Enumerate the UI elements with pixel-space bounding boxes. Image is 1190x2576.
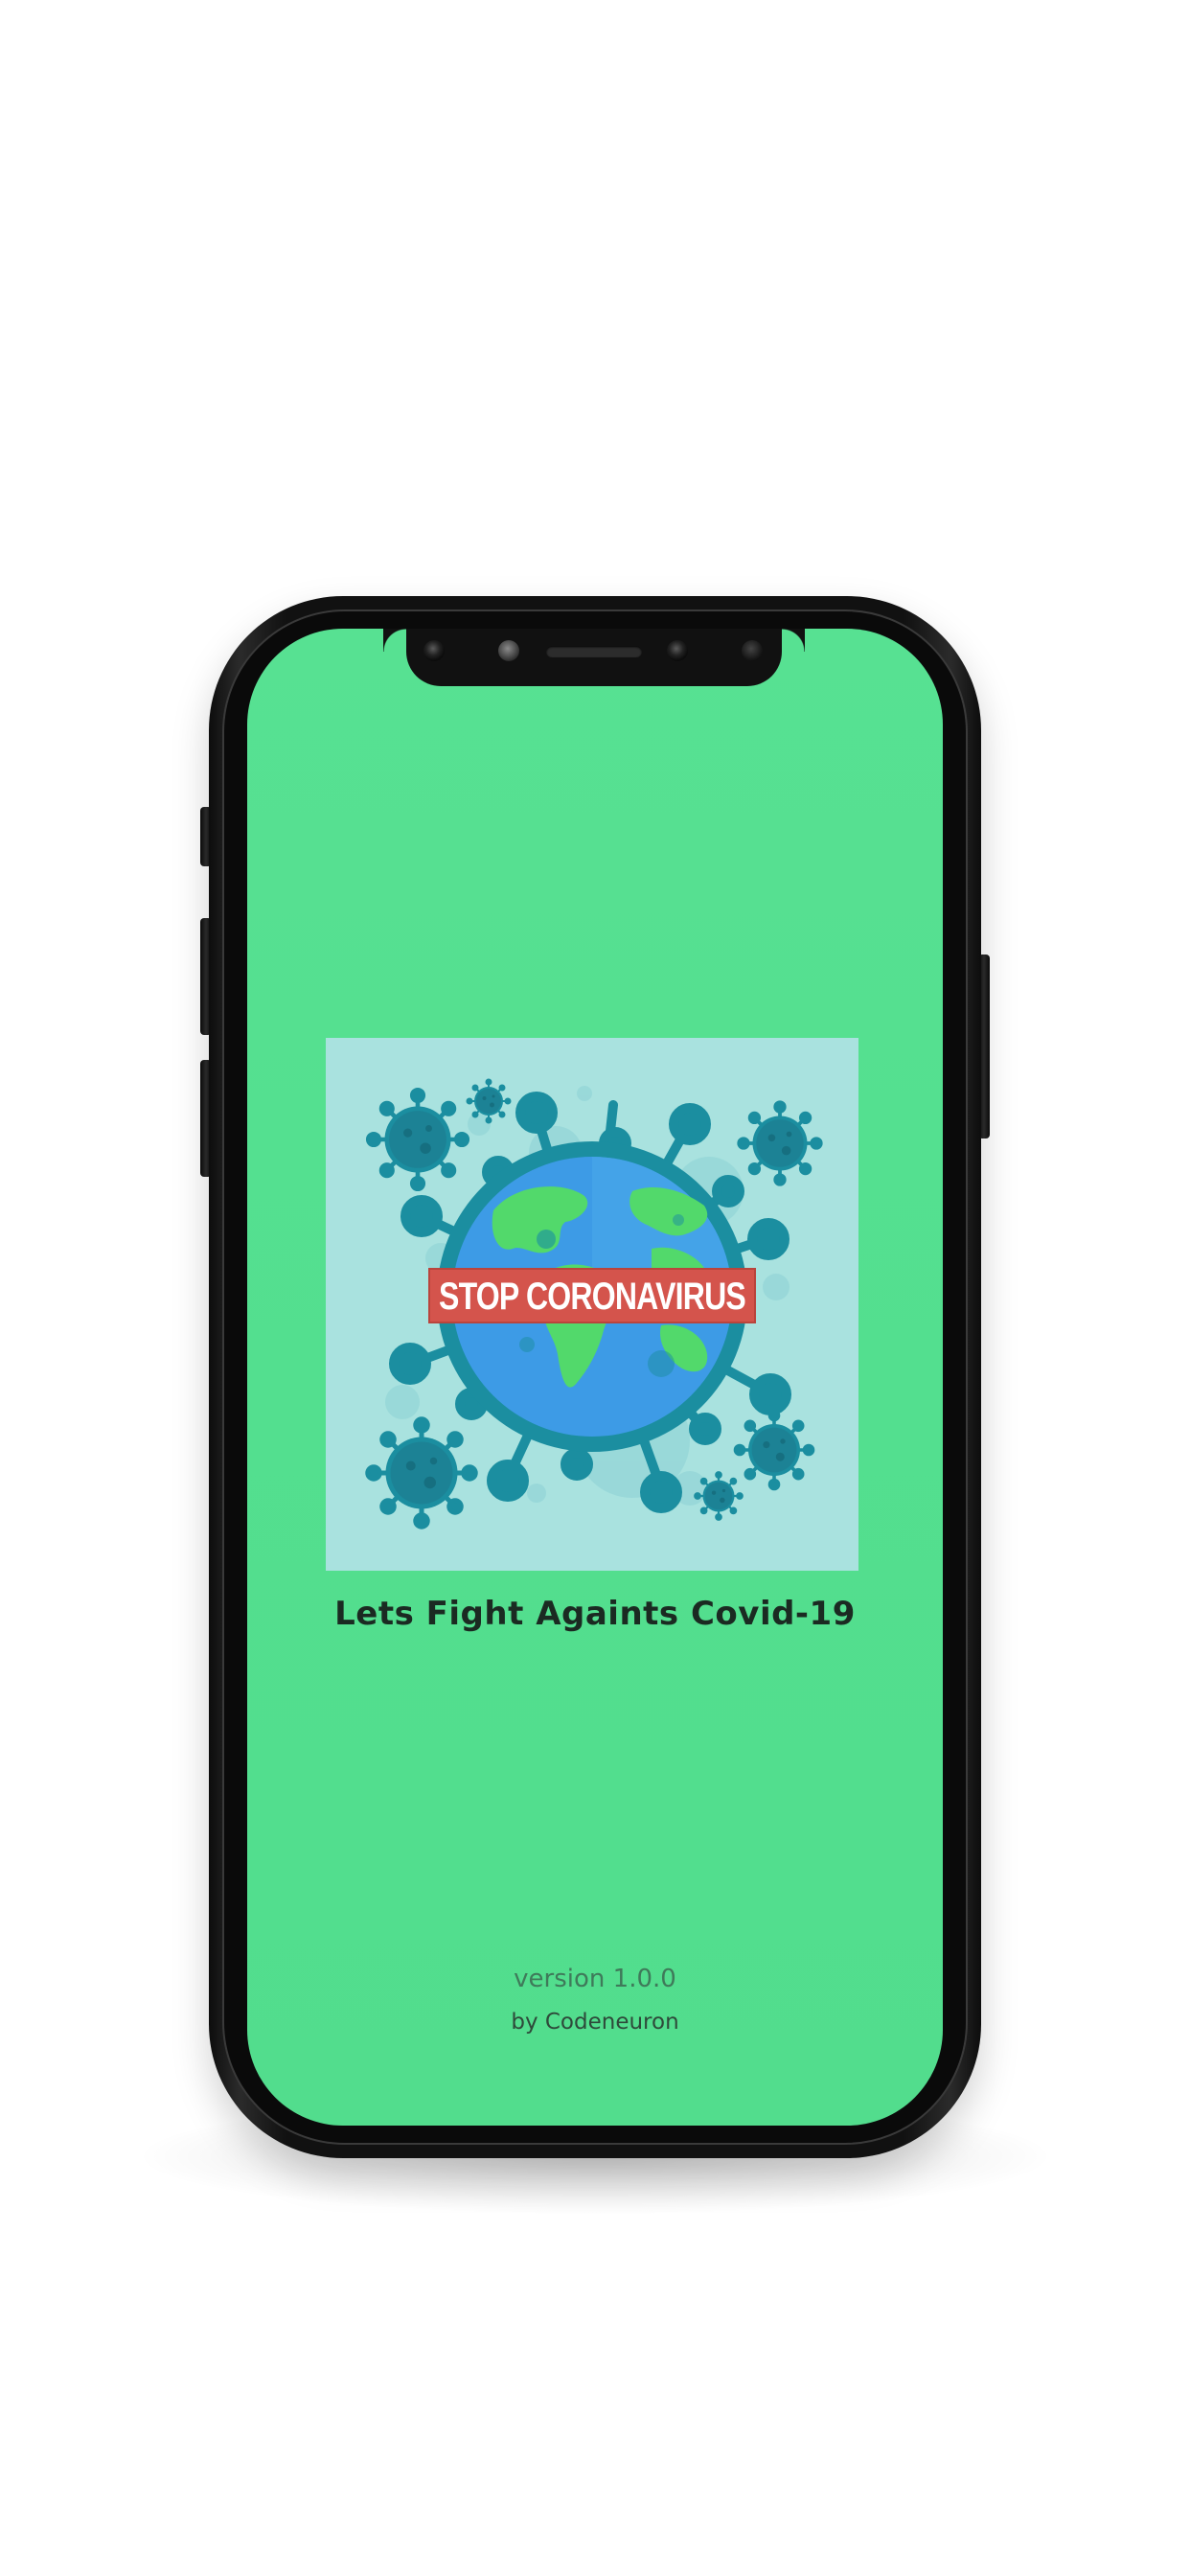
hero-illustration: STOP CORONAVIRUS (326, 1038, 858, 1571)
virus-globe-icon: STOP CORONAVIRUS (326, 1078, 823, 1571)
sensor-icon (423, 640, 445, 661)
ambient-sensor-icon (742, 640, 763, 661)
version-label: version 1.0.0 (514, 1965, 676, 1993)
tagline-text: Lets Fight Againts Covid-19 (334, 1595, 856, 1633)
device-mockup-stage: STOP CORONAVIRUS Lets Fight Againts Covi… (0, 0, 1190, 2576)
proximity-sensor-icon (498, 640, 519, 661)
earpiece-speaker (546, 646, 642, 657)
phone-notch (406, 629, 805, 686)
author-credit: by Codeneuron (511, 2010, 679, 2035)
front-camera-icon (667, 640, 688, 661)
stop-coronavirus-banner: STOP CORONAVIRUS (439, 1276, 745, 1318)
